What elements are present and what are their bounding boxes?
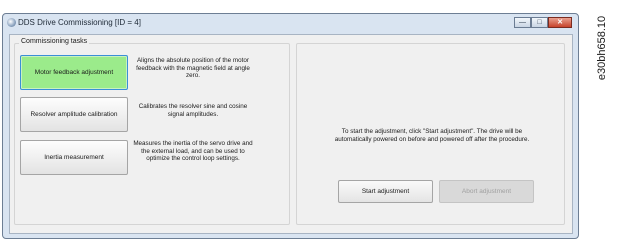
minimize-button[interactable]: —	[514, 17, 531, 28]
client-area: Commissioning tasks Motor feedback adjus…	[9, 34, 573, 234]
maximize-button[interactable]: □	[531, 17, 548, 28]
adjustment-panel: To start the adjustment, click "Start ad…	[296, 43, 565, 225]
window-controls: — □ ✕	[514, 17, 572, 28]
resolver-amplitude-calibration-button[interactable]: Resolver amplitude calibration	[20, 97, 128, 132]
commissioning-tasks-legend: Commissioning tasks	[19, 38, 90, 45]
motor-feedback-description: Aligns the absolute position of the moto…	[136, 57, 250, 80]
commissioning-tasks-group: Commissioning tasks Motor feedback adjus…	[14, 38, 290, 225]
maximize-icon: □	[537, 19, 542, 26]
abort-adjustment-label: Abort adjustment	[461, 188, 512, 195]
figure-reference: e30bh658.10	[588, 8, 616, 88]
title-bar: DDS Drive Commissioning [ID = 4] — □ ✕	[3, 14, 578, 32]
close-icon: ✕	[557, 19, 563, 26]
window-title: DDS Drive Commissioning [ID = 4]	[18, 18, 141, 27]
abort-adjustment-button: Abort adjustment	[439, 180, 534, 203]
minimize-icon: —	[519, 19, 526, 26]
motor-feedback-adjustment-button[interactable]: Motor feedback adjustment	[20, 55, 128, 90]
start-adjustment-button[interactable]: Start adjustment	[338, 180, 433, 203]
resolver-calibration-description: Calibrates the resolver sine and cosine …	[138, 103, 248, 118]
close-button[interactable]: ✕	[548, 17, 572, 28]
task-label: Resolver amplitude calibration	[30, 111, 118, 118]
inertia-measurement-button[interactable]: Inertia measurement	[20, 140, 128, 175]
task-label: Motor feedback adjustment	[34, 69, 114, 76]
commissioning-window: DDS Drive Commissioning [ID = 4] — □ ✕ C…	[2, 13, 579, 239]
task-label: Inertia measurement	[44, 154, 104, 161]
figure-reference-text: e30bh658.10	[596, 15, 608, 81]
inertia-measurement-description: Measures the inertia of the servo drive …	[133, 140, 253, 163]
start-adjustment-label: Start adjustment	[361, 188, 410, 195]
app-icon	[7, 18, 16, 27]
adjustment-instructions: To start the adjustment, click "Start ad…	[334, 128, 530, 143]
